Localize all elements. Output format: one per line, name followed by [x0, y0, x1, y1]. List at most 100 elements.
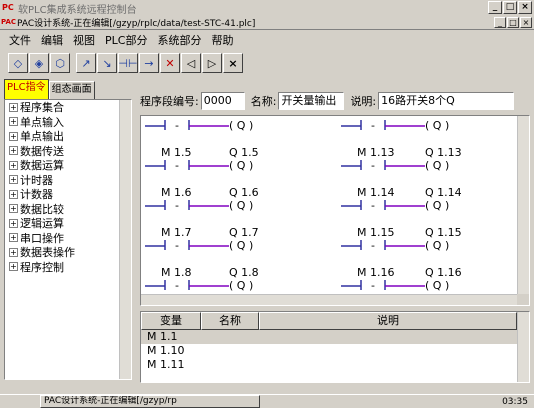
left-panel: PLC指令 组态画面 + 程序集合 + 单点输入 + 单点输出 + 数据传送 + 数据运算 + 计时器…: [4, 79, 132, 380]
expand-icon[interactable]: +: [9, 102, 18, 112]
expand-icon[interactable]: +: [9, 160, 18, 170]
name-field[interactable]: 开关量输出: [278, 92, 345, 110]
tree-item[interactable]: + 逻辑运算: [5, 216, 131, 231]
expand-icon[interactable]: +: [9, 233, 18, 243]
tree-item[interactable]: + 数据运算: [5, 158, 131, 173]
col-description[interactable]: 说明: [259, 312, 517, 330]
expand-icon[interactable]: +: [9, 262, 18, 272]
maximize-button[interactable]: □: [503, 1, 517, 14]
coil: ( Q ): [229, 159, 253, 172]
left-triangle-icon[interactable]: ◁: [181, 53, 201, 73]
menu-edit[interactable]: 编辑: [36, 32, 68, 48]
program-no-label: 程序段编号:: [140, 95, 199, 108]
contact-label: M 1.16: [357, 266, 394, 279]
menu-help[interactable]: 帮助: [206, 32, 238, 48]
expand-icon[interactable]: +: [9, 189, 18, 199]
ladder-diagram[interactable]: - ( Q ) - ( Q ) M 1.5 Q 1.5 - ( Q ) M 1.6 Q 1.6 - (…: [140, 115, 530, 306]
tree-item[interactable]: + 串口操作: [5, 231, 131, 246]
expand-icon[interactable]: +: [9, 131, 18, 141]
tree-item[interactable]: + 计时器: [5, 173, 131, 188]
expand-icon[interactable]: +: [9, 175, 18, 185]
coil: ( Q ): [425, 279, 449, 292]
row-variable: M 1.10: [147, 344, 185, 357]
tree-item[interactable]: + 计数器: [5, 187, 131, 202]
table-vscroll[interactable]: [517, 312, 529, 382]
tree-vscroll[interactable]: [119, 100, 131, 379]
variable-table: 变量 名称 说明 M 1.1 M 1.10 M 1.11: [140, 311, 530, 383]
right-triangle-icon[interactable]: ▷: [202, 53, 222, 73]
save-icon[interactable]: ⬡: [50, 53, 70, 73]
doc-minimize-button[interactable]: _: [494, 17, 506, 28]
col-name[interactable]: 名称: [201, 312, 259, 330]
menu-bar: 文件 编辑 视图 PLC部分 系统部分 帮助: [0, 31, 534, 49]
expand-icon[interactable]: +: [9, 146, 18, 156]
down-arrow-icon[interactable]: ↘: [97, 53, 117, 73]
name-label: 名称:: [250, 95, 277, 108]
document-title: PAC设计系统-正在编辑[/gzyp/rplc/data/test-STC-41…: [17, 19, 256, 29]
coil-label: Q 1.13: [425, 146, 462, 159]
main-window: PC 软PLC集成系统远程控制台 _ □ × PAC PAC设计系统-正在编辑[…: [0, 0, 534, 408]
expand-icon[interactable]: +: [9, 117, 18, 127]
menu-plc[interactable]: PLC部分: [100, 32, 152, 48]
coil-label: Q 1.7: [229, 226, 259, 239]
minimize-button[interactable]: _: [488, 1, 502, 14]
tree-item[interactable]: + 程序控制: [5, 260, 131, 275]
close-icon[interactable]: ×: [223, 53, 243, 73]
title-bar: PC 软PLC集成系统远程控制台 _ □ ×: [0, 0, 534, 16]
toolbar: ◇ ◈ ⬡ ↗ ↘ ⊣⊢ → ✕ ◁ ▷ ×: [0, 50, 534, 76]
contact-label: M 1.6: [161, 186, 191, 199]
tree-item[interactable]: + 数据表操作: [5, 245, 131, 260]
ladder-vscroll[interactable]: [517, 116, 529, 296]
right-arrow-icon[interactable]: →: [139, 53, 159, 73]
document-title-bar: PAC PAC设计系统-正在编辑[/gzyp/rplc/data/test-ST…: [0, 16, 534, 30]
taskbar-app-button[interactable]: PAC设计系统-正在编辑[/gzyp/rp: [40, 395, 260, 408]
coil: ( Q ): [229, 239, 253, 252]
desc-field[interactable]: 16路开关8个Q: [378, 92, 515, 110]
tab-configuration-screen[interactable]: 组态画面: [48, 81, 95, 99]
ladder-canvas: - ( Q ) - ( Q ) M 1.5 Q 1.5 - ( Q ) M 1.6 Q 1.6 - (…: [145, 119, 462, 292]
up-arrow-icon[interactable]: ↗: [76, 53, 96, 73]
delete-icon[interactable]: ✕: [160, 53, 180, 73]
col-variable[interactable]: 变量: [141, 312, 201, 330]
expand-icon[interactable]: +: [9, 218, 18, 228]
contact-dash: -: [175, 199, 179, 212]
tree-item[interactable]: + 数据比较: [5, 202, 131, 217]
table-row[interactable]: M 1.10: [141, 344, 529, 358]
doc-maximize-button[interactable]: □: [507, 17, 519, 28]
contact-dash: -: [371, 199, 375, 212]
coil: ( Q ): [229, 119, 253, 132]
clock: 03:35: [502, 396, 528, 407]
program-info-bar: 程序段编号: 0000 名称: 开关量输出 说明: 16路开关8个Q: [140, 90, 530, 112]
row-variable: M 1.11: [147, 358, 185, 371]
desc-label: 说明:: [350, 95, 377, 108]
table-row[interactable]: M 1.1: [141, 330, 529, 344]
contact-dash: -: [371, 119, 375, 132]
contact-dash: -: [371, 159, 375, 172]
contact-label: M 1.15: [357, 226, 394, 239]
contact-dash: -: [175, 159, 179, 172]
tab-plc-instructions[interactable]: PLC指令: [4, 79, 49, 99]
tree-item[interactable]: + 程序集合: [5, 100, 131, 115]
program-no-field[interactable]: 0000: [200, 92, 245, 110]
tree-item[interactable]: + 数据传送: [5, 144, 131, 159]
taskbar: PAC设计系统-正在编辑[/gzyp/rp 03:35: [0, 394, 534, 408]
menu-file[interactable]: 文件: [4, 32, 36, 48]
coil-label: Q 1.16: [425, 266, 462, 279]
table-row[interactable]: M 1.11: [141, 358, 529, 372]
open-icon[interactable]: ◇: [8, 53, 28, 73]
doc-close-button[interactable]: ×: [520, 17, 532, 28]
tree-item[interactable]: + 单点输入: [5, 115, 131, 130]
ladder-hscroll[interactable]: [141, 294, 519, 305]
contact-dash: -: [175, 119, 179, 132]
branch-icon[interactable]: ⊣⊢: [118, 53, 138, 73]
tree-item[interactable]: + 单点输出: [5, 129, 131, 144]
app-logo: PC: [2, 3, 14, 12]
menu-view[interactable]: 视图: [68, 32, 100, 48]
close-button[interactable]: ×: [518, 1, 532, 14]
expand-icon[interactable]: +: [9, 247, 18, 257]
coil: ( Q ): [425, 159, 449, 172]
expand-icon[interactable]: +: [9, 204, 18, 214]
contact-label: M 1.14: [357, 186, 394, 199]
menu-system[interactable]: 系统部分: [152, 32, 206, 48]
edit-icon[interactable]: ◈: [29, 53, 49, 73]
